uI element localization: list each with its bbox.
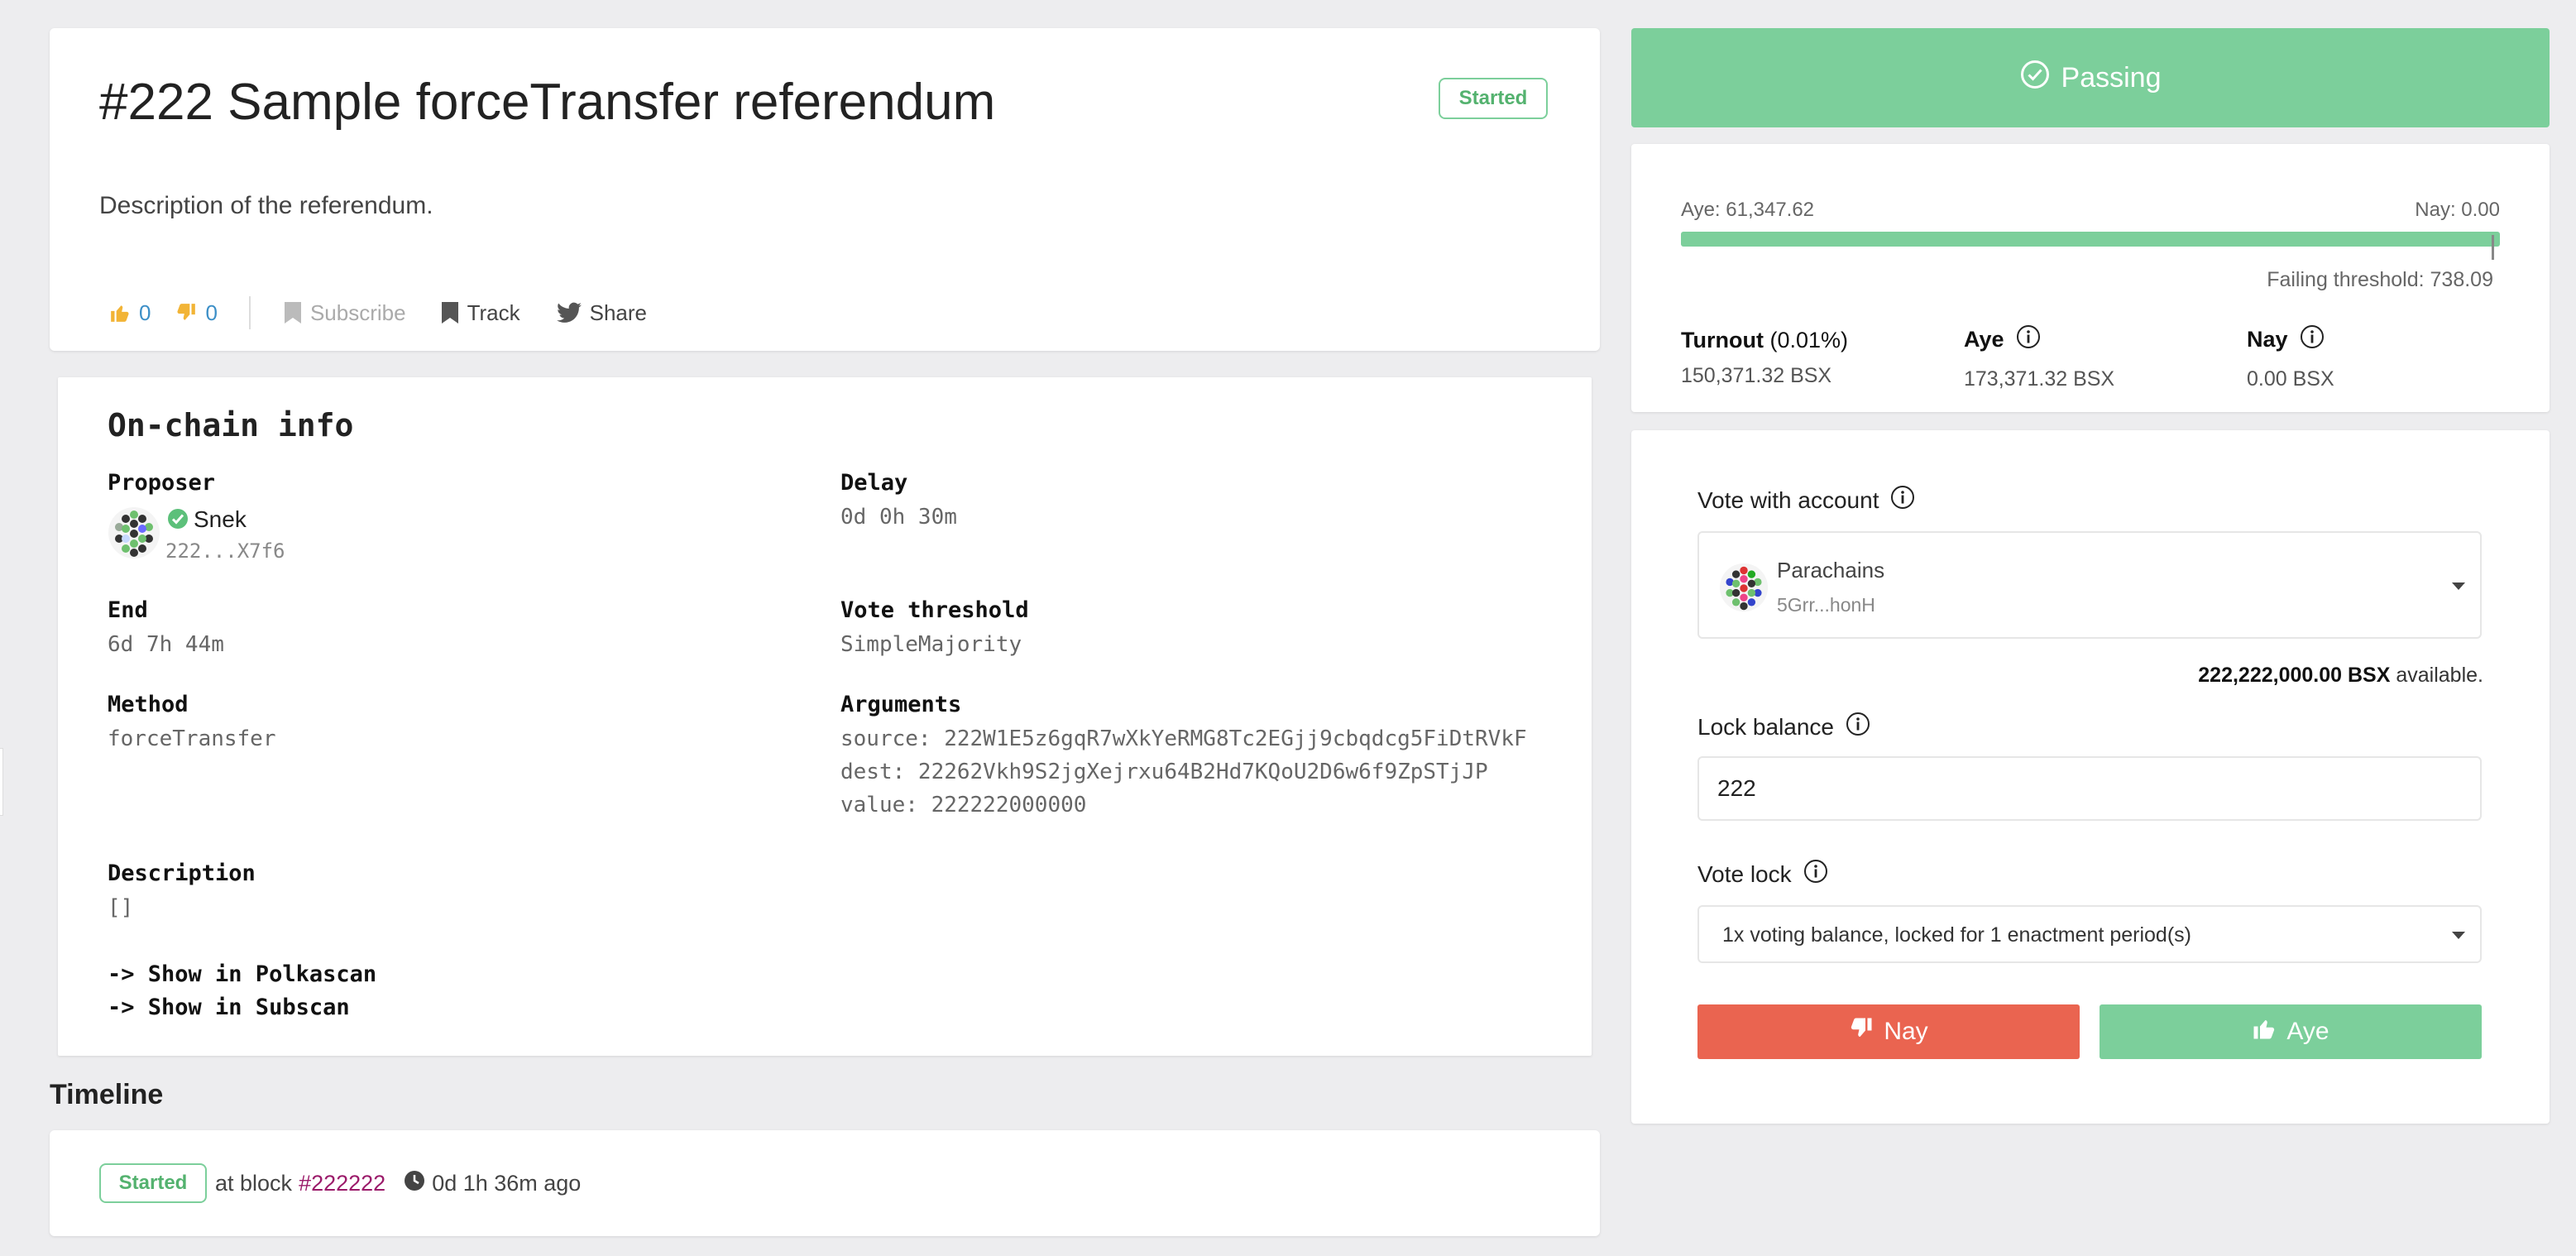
subscribe-label: Subscribe <box>309 300 406 325</box>
timeline-title: Timeline <box>50 1079 164 1110</box>
action-bar: 0 0 Subscribe Track Share <box>109 290 647 336</box>
tally-card: Aye: 61,347.62 Nay: 0.00 Failing thresho… <box>1631 144 2550 412</box>
vote-card: Vote with account Parachains 5Grr...honH… <box>1631 430 2550 1124</box>
proposer-name[interactable]: Snek <box>194 506 247 533</box>
avatar[interactable] <box>108 506 160 559</box>
page-title: #222 Sample forceTransfer referendum <box>99 74 996 131</box>
share-button[interactable]: Share <box>556 300 647 326</box>
arguments-label: Arguments <box>840 692 962 717</box>
passing-status-banner: Passing <box>1631 28 2550 127</box>
chevron-down-icon <box>2452 582 2465 590</box>
proposer-label: Proposer <box>108 470 216 496</box>
track-button[interactable]: Track <box>441 300 520 326</box>
vote-lock-value: 1x voting balance, locked for 1 enactmen… <box>1722 923 2191 947</box>
method-value: forceTransfer <box>108 726 276 751</box>
nay-summary: Nay: 0.00 <box>2415 199 2500 221</box>
thumbs-up-icon <box>109 302 131 324</box>
info-icon[interactable] <box>1803 859 1828 889</box>
info-icon[interactable] <box>2300 324 2325 355</box>
argument-source: source: 222W1E5z6gqR7wXkYeRMG8Tc2EGjj9cb… <box>840 726 1527 751</box>
description-label: Description <box>108 861 256 886</box>
timeline-at-block-text: at block <box>215 1171 293 1196</box>
vote-with-account-label: Vote with account <box>1697 485 1915 515</box>
aye-button[interactable]: Aye <box>2100 1004 2482 1059</box>
nay-button-label: Nay <box>1884 1018 1928 1045</box>
lock-balance-label: Lock balance <box>1697 712 1870 742</box>
description-value: [] <box>108 895 134 920</box>
timeline-status-badge: Started <box>99 1163 207 1203</box>
upvote-count: 0 <box>139 300 151 325</box>
onchain-info-card: On-chain info Proposer Snek 222...X7f6 D… <box>58 377 1592 1056</box>
info-icon[interactable] <box>1890 485 1915 515</box>
thumbs-down-icon <box>175 302 197 324</box>
vote-lock-label: Vote lock <box>1697 859 1828 889</box>
polkascan-link[interactable]: -> Show in Polkascan <box>108 961 376 987</box>
aye-summary: Aye: 61,347.62 <box>1681 199 1815 221</box>
block-link[interactable]: #222222 <box>299 1171 385 1196</box>
status-badge: Started <box>1439 78 1548 119</box>
thumbs-down-icon <box>1849 1016 1874 1047</box>
twitter-icon <box>556 302 582 324</box>
aye-button-label: Aye <box>2286 1018 2329 1045</box>
bookmark-icon <box>284 301 302 324</box>
passing-label: Passing <box>2061 61 2162 93</box>
share-label: Share <box>589 300 647 325</box>
aye-stat-value: 173,371.32 BSX <box>1964 367 2115 391</box>
method-label: Method <box>108 692 189 717</box>
referendum-header-card: #222 Sample forceTransfer referendum Sta… <box>50 28 1600 351</box>
downvote-count: 0 <box>205 300 218 325</box>
turnout-value: 150,371.32 BSX <box>1681 364 1832 387</box>
thumbs-up-icon <box>2252 1016 2277 1047</box>
threshold-marker <box>2492 235 2494 260</box>
upvote-button[interactable]: 0 <box>109 300 151 326</box>
verified-check-icon <box>167 508 189 534</box>
referendum-description: Description of the referendum. <box>99 192 433 219</box>
track-label: Track <box>467 300 520 325</box>
nay-stat-value: 0.00 BSX <box>2247 367 2334 391</box>
bookmark-icon <box>441 301 459 324</box>
available-balance: 222,222,000.00 BSX available. <box>2198 664 2483 687</box>
argument-value: value: 222222000000 <box>840 793 1087 817</box>
end-value: 6d 7h 44m <box>108 632 224 657</box>
aye-stat-label: Aye <box>1964 324 2041 355</box>
check-circle-icon <box>2020 60 2050 97</box>
account-select[interactable]: Parachains 5Grr...honH <box>1697 531 2482 639</box>
argument-dest: dest: 22262Vkh9S2jgXejrxu64B2Hd7KQoU2D6w… <box>840 760 1488 784</box>
vote-threshold-label: Vote threshold <box>840 597 1029 623</box>
clock-icon <box>404 1170 425 1197</box>
action-divider <box>248 296 251 329</box>
vote-lock-select[interactable]: 1x voting balance, locked for 1 enactmen… <box>1697 905 2482 963</box>
subscribe-button[interactable]: Subscribe <box>284 300 406 326</box>
tally-progress-bar <box>1681 232 2500 247</box>
avatar <box>1719 563 1769 612</box>
chevron-down-icon <box>2452 932 2465 939</box>
failing-threshold: Failing threshold: 738.09 <box>2267 268 2493 291</box>
nay-stat-label: Nay <box>2247 324 2325 355</box>
delay-value: 0d 0h 30m <box>840 505 957 530</box>
vote-threshold-value: SimpleMajority <box>840 632 1022 657</box>
timeline-entry: at block #222222 0d 1h 36m ago <box>215 1170 581 1197</box>
proposer-address: 222...X7f6 <box>165 539 285 563</box>
account-name: Parachains <box>1777 558 1885 582</box>
timeline-time-ago: 0d 1h 36m ago <box>432 1171 582 1196</box>
lock-balance-input[interactable] <box>1697 756 2482 821</box>
turnout-label: Turnout (0.01%) <box>1681 328 1849 352</box>
onchain-info-title: On-chain info <box>108 407 354 443</box>
downvote-button[interactable]: 0 <box>175 300 218 326</box>
info-icon[interactable] <box>1846 712 1870 742</box>
subscan-link[interactable]: -> Show in Subscan <box>108 995 350 1020</box>
info-icon[interactable] <box>2016 324 2041 355</box>
timeline-card: Started at block #222222 0d 1h 36m ago <box>50 1130 1600 1236</box>
nay-button[interactable]: Nay <box>1697 1004 2080 1059</box>
delay-label: Delay <box>840 470 908 496</box>
side-drawer-handle[interactable] <box>0 748 3 816</box>
account-address: 5Grr...honH <box>1777 594 1875 616</box>
end-label: End <box>108 597 148 623</box>
